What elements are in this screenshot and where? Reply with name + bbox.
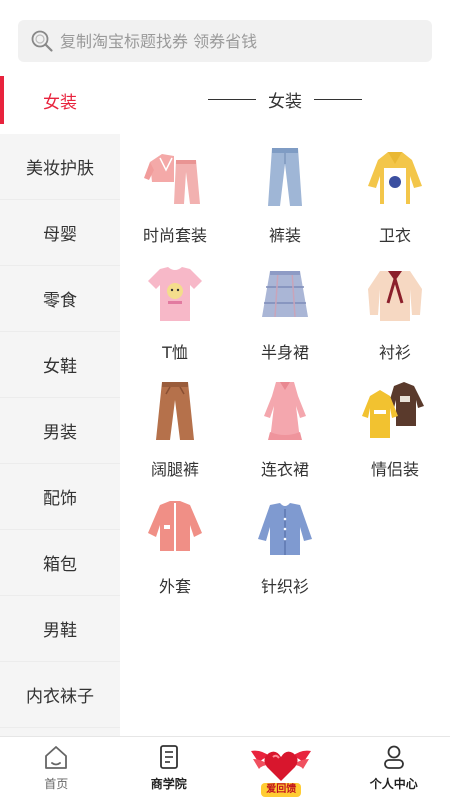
sidebar-item-mens-clothing[interactable]: 男装 xyxy=(0,398,120,464)
category-label: 时尚套装 xyxy=(142,226,207,245)
bottom-tab-bar: 首页 商学院 爱回馈 个人中心 xyxy=(0,736,450,800)
sidebar-item-womens-clothing[interactable]: 女装 xyxy=(0,68,120,134)
search-icon xyxy=(31,30,53,52)
section-title-text: 女装 xyxy=(268,91,302,112)
tab-label: 首页 xyxy=(44,777,69,791)
pink-jacket-image xyxy=(148,501,202,555)
tab-business-school[interactable]: 商学院 xyxy=(113,737,226,800)
love-reward-text: 爱回馈 xyxy=(261,783,302,797)
pink-tshirt-image xyxy=(148,267,202,321)
sidebar-item-label: 内衣袜子 xyxy=(26,687,94,707)
title-divider-left xyxy=(208,98,256,100)
category-label: 阔腿裤 xyxy=(150,460,199,479)
category-label: 外套 xyxy=(158,577,191,596)
sidebar-item-accessories[interactable]: 配饰 xyxy=(0,464,120,530)
category-item-blouse[interactable]: 衬衫 xyxy=(340,251,450,368)
sidebar-item-label: 男装 xyxy=(43,423,77,443)
category-label: 半身裙 xyxy=(260,343,309,362)
winged-heart-icon: 爱回馈 xyxy=(249,743,313,799)
sidebar-item-underwear[interactable]: 内衣袜子 xyxy=(0,662,120,728)
tab-home[interactable]: 首页 xyxy=(0,737,113,800)
sidebar-item-beauty[interactable]: 美妆护肤 xyxy=(0,134,120,200)
sidebar-item-label: 女装 xyxy=(43,93,77,113)
section-title: 女装 xyxy=(120,68,450,130)
sidebar-item-baby[interactable]: 母婴 xyxy=(0,200,120,266)
category-item-jacket[interactable]: 外套 xyxy=(120,485,230,602)
category-label: 针织衫 xyxy=(260,577,309,596)
title-divider-right xyxy=(314,98,362,100)
category-label: 卫衣 xyxy=(378,226,411,245)
jeans-image xyxy=(268,148,302,206)
yellow-hoodie-image xyxy=(368,152,422,204)
sidebar-item-label: 男鞋 xyxy=(43,621,77,641)
sidebar-item-bags[interactable]: 箱包 xyxy=(0,530,120,596)
category-item-couple-wear[interactable]: 情侣装 xyxy=(340,368,450,485)
search-input[interactable] xyxy=(60,31,400,51)
tab-love-reward[interactable]: 爱回馈 xyxy=(225,737,338,800)
category-label: 连衣裙 xyxy=(260,460,309,479)
pink-tracksuit-image xyxy=(144,154,200,204)
plaid-skirt-image xyxy=(262,270,308,318)
user-icon xyxy=(383,745,404,769)
sidebar-item-label: 箱包 xyxy=(43,555,77,575)
category-item-hoodie[interactable]: 卫衣 xyxy=(340,134,450,251)
category-label: 衬衫 xyxy=(378,343,411,362)
bow-blouse-image xyxy=(368,271,422,321)
sidebar-item-label: 女鞋 xyxy=(43,357,77,377)
brown-wide-pants-image xyxy=(156,382,194,440)
tab-profile[interactable]: 个人中心 xyxy=(338,737,450,800)
pink-dress-image xyxy=(264,382,306,440)
sidebar-item-mens-shoes[interactable]: 男鞋 xyxy=(0,596,120,662)
tab-label: 个人中心 xyxy=(369,777,418,791)
category-item-cardigan[interactable]: 针织衫 xyxy=(230,485,340,602)
category-label: 裤装 xyxy=(268,226,301,245)
category-sidebar: 女装 美妆护肤 母婴 零食 女鞋 男装 配饰 箱包 男鞋 内衣袜子 xyxy=(0,68,120,736)
category-label: 情侣装 xyxy=(370,460,419,479)
blue-cardigan-image xyxy=(258,503,312,555)
sidebar-item-label: 母婴 xyxy=(43,225,77,245)
couple-hoodies-image xyxy=(362,382,424,438)
tab-label: 商学院 xyxy=(150,777,187,791)
sidebar-item-label: 零食 xyxy=(43,291,77,311)
category-content: 女装 时尚套装 裤装 卫衣 T恤 半身裙 衬衫 阔腿裤 连衣裙 情侣装 外套 针… xyxy=(120,68,450,602)
category-label: T恤 xyxy=(162,343,188,362)
category-grid: 时尚套装 裤装 卫衣 T恤 半身裙 衬衫 阔腿裤 连衣裙 情侣装 外套 针织衫 xyxy=(120,130,450,602)
category-item-wide-leg-pants[interactable]: 阔腿裤 xyxy=(120,368,230,485)
sidebar-item-label: 配饰 xyxy=(43,489,77,509)
category-item-dress[interactable]: 连衣裙 xyxy=(230,368,340,485)
category-item-fashion-set[interactable]: 时尚套装 xyxy=(120,134,230,251)
home-icon xyxy=(45,746,68,769)
search-bar[interactable] xyxy=(18,20,432,62)
sidebar-item-snacks[interactable]: 零食 xyxy=(0,266,120,332)
category-item-skirt[interactable]: 半身裙 xyxy=(230,251,340,368)
sidebar-item-label: 美妆护肤 xyxy=(26,159,94,179)
book-icon xyxy=(159,745,178,769)
sidebar-item-womens-shoes[interactable]: 女鞋 xyxy=(0,332,120,398)
category-item-tshirt[interactable]: T恤 xyxy=(120,251,230,368)
category-item-trousers[interactable]: 裤装 xyxy=(230,134,340,251)
